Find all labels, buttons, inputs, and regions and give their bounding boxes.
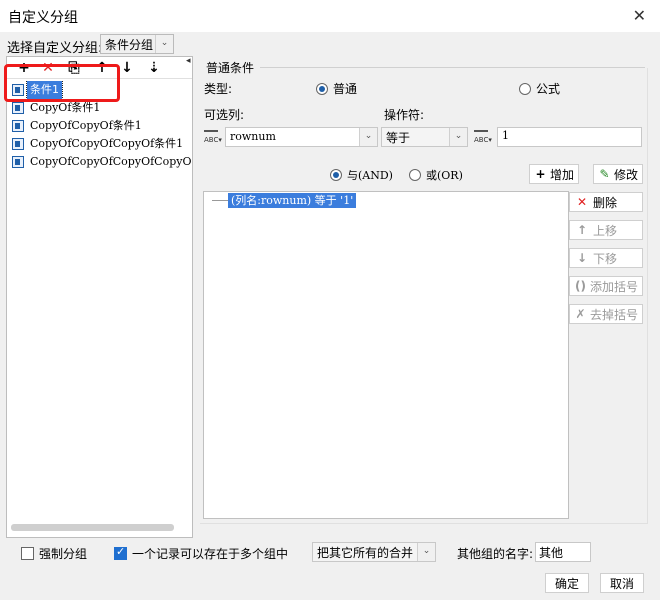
add-button[interactable]: + 增加 bbox=[529, 164, 579, 184]
multi-group-checkbox[interactable]: 一个记录可以存在于多个组中 bbox=[114, 545, 288, 562]
group-selector-label: 选择自定义分组: bbox=[7, 41, 103, 56]
condition-tree[interactable]: (列名:rownum) 等于 '1' bbox=[203, 191, 569, 519]
radio-dot bbox=[409, 169, 421, 181]
checkbox-box bbox=[114, 545, 127, 560]
type-normal-radio[interactable]: 普通 bbox=[316, 80, 357, 97]
add-paren-button-label: 添加括号 bbox=[589, 279, 638, 294]
add-icon[interactable]: + bbox=[15, 59, 33, 77]
abc-icon[interactable]: ABC▾ bbox=[204, 128, 224, 146]
value-input[interactable]: 1 bbox=[497, 127, 642, 147]
list-item-label: 条件1 bbox=[26, 81, 63, 99]
condition-icon bbox=[12, 156, 24, 168]
move-down-icon[interactable]: ↓ bbox=[118, 59, 136, 77]
abc-icon[interactable]: ABC▾ bbox=[474, 128, 494, 146]
move-down-button[interactable]: ↓ 下移 bbox=[569, 248, 643, 268]
list-item[interactable]: CopyOf条件1 bbox=[9, 99, 191, 117]
operator-select-value: 等于 bbox=[386, 131, 411, 145]
condition-icon bbox=[12, 102, 24, 114]
and-label: 与(AND) bbox=[347, 169, 393, 182]
edit-icon: ✎ bbox=[599, 167, 610, 181]
operator-select[interactable]: 等于 ⌄ bbox=[381, 127, 468, 147]
chevron-down-icon: ⌄ bbox=[417, 543, 435, 561]
move-down-button-label: 下移 bbox=[593, 251, 618, 266]
or-label: 或(OR) bbox=[426, 169, 463, 182]
parentheses-icon: () bbox=[575, 279, 586, 293]
other-name-label: 其他组的名字: bbox=[457, 547, 534, 561]
other-name-input[interactable]: 其他 bbox=[535, 542, 591, 562]
delete-button-label: 删除 bbox=[593, 195, 618, 210]
group-select[interactable]: 条件分组 ⌄ bbox=[100, 34, 174, 54]
force-group-checkbox[interactable]: 强制分组 bbox=[21, 545, 87, 562]
chevron-down-icon: ⌄ bbox=[449, 128, 467, 146]
remove-paren-button-label: 去掉括号 bbox=[589, 307, 638, 322]
move-up-icon[interactable]: ↑ bbox=[93, 59, 111, 77]
chevron-down-icon: ⌄ bbox=[359, 128, 377, 146]
group-list: 条件1 CopyOf条件1 CopyOfCopyOf条件1 CopyOfCopy… bbox=[9, 81, 191, 171]
close-icon[interactable]: ✕ bbox=[633, 6, 646, 25]
delete-icon[interactable]: ✕ bbox=[39, 59, 57, 77]
radio-dot bbox=[519, 82, 531, 95]
plus-icon: + bbox=[535, 167, 546, 181]
move-up-button[interactable]: ↑ 上移 bbox=[569, 220, 643, 240]
type-formula-label: 公式 bbox=[536, 82, 561, 96]
section-title: 普通条件 bbox=[206, 61, 255, 75]
column-label: 可选列: bbox=[204, 108, 245, 122]
move-up-button-label: 上移 bbox=[593, 223, 618, 238]
force-group-label: 强制分组 bbox=[39, 547, 88, 561]
modify-button[interactable]: ✎ 修改 bbox=[593, 164, 643, 184]
copy-icon[interactable]: ⎘ bbox=[65, 59, 83, 77]
arrow-down-icon: ↓ bbox=[576, 251, 588, 265]
or-radio[interactable]: 或(OR) bbox=[409, 167, 463, 183]
multi-group-label: 一个记录可以存在于多个组中 bbox=[132, 547, 289, 561]
modify-button-label: 修改 bbox=[613, 167, 638, 182]
collapse-arrow-icon[interactable]: ◂ bbox=[186, 56, 191, 66]
condition-icon bbox=[12, 84, 24, 96]
merge-select[interactable]: 把其它所有的合并 ⌄ bbox=[312, 542, 436, 562]
delete-icon: ✕ bbox=[576, 195, 588, 209]
group-list-panel: + ✕ ⎘ ↑ ↓ ⇣ 条件1 CopyOf条件1 CopyOfCopyOf条件… bbox=[6, 56, 193, 538]
list-item-label: CopyOfCopyOfCopyOfCopyOf条 bbox=[30, 155, 191, 168]
merge-select-value: 把其它所有的合并 bbox=[317, 546, 414, 560]
checkbox-box bbox=[21, 547, 34, 560]
list-item[interactable]: 条件1 bbox=[9, 81, 191, 99]
remove-parentheses-icon: ✗ bbox=[575, 307, 586, 321]
group-select-value: 条件分组 bbox=[105, 38, 154, 52]
chevron-down-icon: ⌄ bbox=[155, 35, 173, 53]
column-select[interactable]: rownum ⌄ bbox=[225, 127, 378, 147]
delete-button[interactable]: ✕ 删除 bbox=[569, 192, 643, 212]
divider bbox=[260, 67, 645, 68]
sort-icon[interactable]: ⇣ bbox=[145, 59, 163, 77]
condition-icon bbox=[12, 120, 24, 132]
remove-paren-button[interactable]: ✗ 去掉括号 bbox=[569, 304, 643, 324]
condition-icon bbox=[12, 138, 24, 150]
radio-dot bbox=[330, 169, 342, 181]
arrow-up-icon: ↑ bbox=[576, 223, 588, 237]
column-select-value: rownum bbox=[230, 130, 276, 143]
type-normal-label: 普通 bbox=[333, 82, 358, 96]
type-formula-radio[interactable]: 公式 bbox=[519, 80, 560, 97]
and-radio[interactable]: 与(AND) bbox=[330, 167, 393, 183]
list-item-label: CopyOfCopyOfCopyOf条件1 bbox=[30, 137, 184, 150]
type-label: 类型: bbox=[204, 82, 233, 96]
radio-dot bbox=[316, 82, 328, 95]
cancel-button[interactable]: 取消 bbox=[600, 573, 644, 593]
list-item[interactable]: CopyOfCopyOf条件1 bbox=[9, 117, 191, 135]
operator-label: 操作符: bbox=[384, 108, 425, 122]
list-item[interactable]: CopyOfCopyOfCopyOfCopyOf条 bbox=[9, 153, 191, 171]
list-item-label: CopyOfCopyOf条件1 bbox=[30, 119, 142, 132]
list-item-label: CopyOf条件1 bbox=[30, 101, 101, 114]
title-bar: 自定义分组 ✕ bbox=[0, 0, 660, 32]
add-button-label: 增加 bbox=[549, 167, 574, 182]
horizontal-scrollbar[interactable] bbox=[11, 524, 174, 531]
window-title: 自定义分组 bbox=[8, 10, 78, 26]
list-item[interactable]: CopyOfCopyOfCopyOf条件1 bbox=[9, 135, 191, 153]
ok-button[interactable]: 确定 bbox=[545, 573, 589, 593]
add-paren-button[interactable]: () 添加括号 bbox=[569, 276, 643, 296]
condition-expression[interactable]: (列名:rownum) 等于 '1' bbox=[228, 193, 357, 208]
group-toolbar: + ✕ ⎘ ↑ ↓ ⇣ bbox=[7, 57, 192, 79]
